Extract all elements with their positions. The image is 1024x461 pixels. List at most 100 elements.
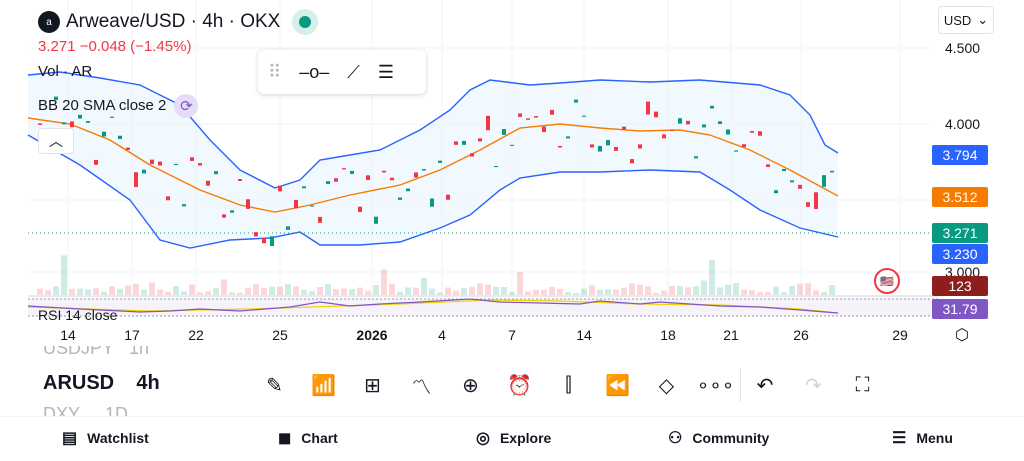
candle — [566, 136, 570, 139]
candle — [774, 190, 778, 194]
replay-icon[interactable]: ⏪ — [593, 368, 642, 402]
time-tick: 14 — [576, 327, 592, 343]
candle — [150, 159, 154, 165]
volume-bar — [77, 288, 83, 295]
nav-explore[interactable]: ◎ Explore — [476, 428, 551, 448]
alert-icon[interactable]: ⏰ — [495, 368, 544, 402]
candle — [630, 159, 634, 164]
nav-chart[interactable]: ◼ Chart — [278, 428, 338, 448]
volume-label: 123 — [932, 276, 988, 296]
bb-indicator-label[interactable]: BB 20 SMA close 2 ⟳ — [38, 94, 199, 118]
sync-icon[interactable]: ⟳ — [174, 94, 199, 118]
time-tick: 25 — [272, 327, 288, 343]
volume-bar — [325, 284, 331, 295]
volume-bar — [613, 289, 619, 295]
volume-bar — [213, 288, 219, 295]
time-tick: 17 — [124, 327, 140, 343]
nav-menu[interactable]: ☰ Menu — [892, 428, 953, 448]
volume-bar — [109, 286, 115, 295]
candles-icon[interactable]: ⫿ — [544, 368, 593, 402]
horizontal-line-tool-icon[interactable]: –o– — [299, 62, 329, 83]
candle — [102, 131, 106, 137]
candle — [766, 164, 770, 168]
volume-bar — [525, 291, 531, 295]
volume-bar — [573, 292, 579, 295]
candle — [494, 166, 498, 168]
time-tick: 2026 — [356, 327, 388, 343]
price-tick: 4.500 — [945, 40, 981, 56]
candle — [166, 196, 170, 201]
volume-bar — [557, 288, 563, 295]
volume-bar — [621, 287, 627, 295]
candle — [606, 140, 610, 146]
current-symbol[interactable]: ARUSD 4h — [43, 372, 160, 395]
layers-icon[interactable]: ◇ — [642, 368, 691, 402]
next-symbol-name: DXY — [43, 404, 81, 416]
volume-indicator-label[interactable]: Vol · AR — [38, 63, 92, 80]
time-tick: 22 — [188, 327, 204, 343]
currency-select[interactable]: USD ⌄ — [938, 6, 994, 34]
trend-line-tool-icon[interactable]: ⟋ — [347, 62, 360, 83]
volume-bar — [789, 285, 795, 295]
volume-bar — [685, 287, 691, 295]
compare-icon[interactable]: 〽 — [397, 368, 446, 402]
time-tick: 18 — [660, 327, 676, 343]
more-icon[interactable]: ∘∘∘ — [691, 368, 740, 402]
volume-bar — [829, 284, 835, 295]
candle — [686, 120, 690, 125]
volume-bar — [117, 288, 123, 295]
drawing-toolbar[interactable]: ⠿ –o– ⟋ ☰ — [258, 50, 426, 94]
volume-bar — [205, 291, 211, 295]
candle — [622, 126, 626, 130]
fib-tool-icon[interactable]: ☰ — [378, 62, 394, 83]
redo-icon[interactable]: ↷ — [789, 368, 838, 402]
indicators-icon[interactable]: 📶 — [299, 368, 348, 402]
candle — [598, 145, 602, 152]
candle — [502, 129, 506, 135]
volume-bar — [413, 287, 419, 295]
candle — [182, 204, 186, 207]
chart-settings-icon[interactable]: ⬡ — [955, 325, 969, 345]
market-status-icon[interactable] — [292, 9, 319, 35]
volume-bar — [645, 286, 651, 295]
candle — [142, 169, 146, 174]
fullscreen-icon[interactable]: ⛶ — [838, 368, 887, 402]
candle — [374, 216, 378, 224]
volume-bar — [253, 283, 259, 295]
volume-bar — [733, 283, 739, 295]
symbol-header[interactable]: a Arweave/USD · 4h · OKX — [38, 9, 319, 35]
candle — [278, 185, 282, 192]
undo-icon[interactable]: ↶ — [740, 368, 789, 402]
volume-bar — [61, 255, 67, 295]
volume-bar — [485, 284, 491, 295]
candle — [742, 144, 746, 148]
last-price-label: 3.271 — [932, 223, 988, 243]
rsi-indicator-label[interactable]: RSI 14 close — [38, 307, 117, 323]
candle — [462, 140, 466, 145]
us-flag-event-icon[interactable]: 🇺🇸 — [874, 268, 900, 294]
candle — [118, 135, 122, 139]
volume-bar — [821, 292, 827, 295]
add-icon[interactable]: ⊕ — [446, 368, 495, 402]
next-symbol[interactable]: DXY 1D — [43, 404, 128, 416]
volume-bar — [605, 289, 611, 295]
collapse-indicators-button[interactable]: ︿ — [38, 128, 74, 154]
symbol-title[interactable]: Arweave/USD · 4h · OKX — [66, 11, 280, 33]
volume-bar — [293, 286, 299, 295]
symbol-interval: 4h — [136, 372, 160, 394]
drag-handle-icon[interactable]: ⠿ — [268, 62, 281, 83]
pencil-icon[interactable]: ✎ — [250, 368, 299, 402]
candle — [798, 184, 802, 189]
candle — [174, 163, 178, 165]
candle — [670, 129, 674, 132]
next-symbol-interval: 1D — [105, 404, 129, 416]
prev-symbol[interactable]: USDJPY 1h — [43, 346, 149, 360]
volume-bar — [597, 289, 603, 295]
nav-community[interactable]: ⚇ Community — [668, 428, 769, 448]
candle — [718, 121, 722, 125]
volume-bar — [589, 285, 595, 295]
volume-bar — [133, 283, 139, 295]
nav-watchlist[interactable]: ▤ Watchlist — [62, 428, 149, 448]
bb-label-text: BB 20 SMA close 2 — [38, 96, 167, 114]
layouts-icon[interactable]: ⊞ — [348, 368, 397, 402]
